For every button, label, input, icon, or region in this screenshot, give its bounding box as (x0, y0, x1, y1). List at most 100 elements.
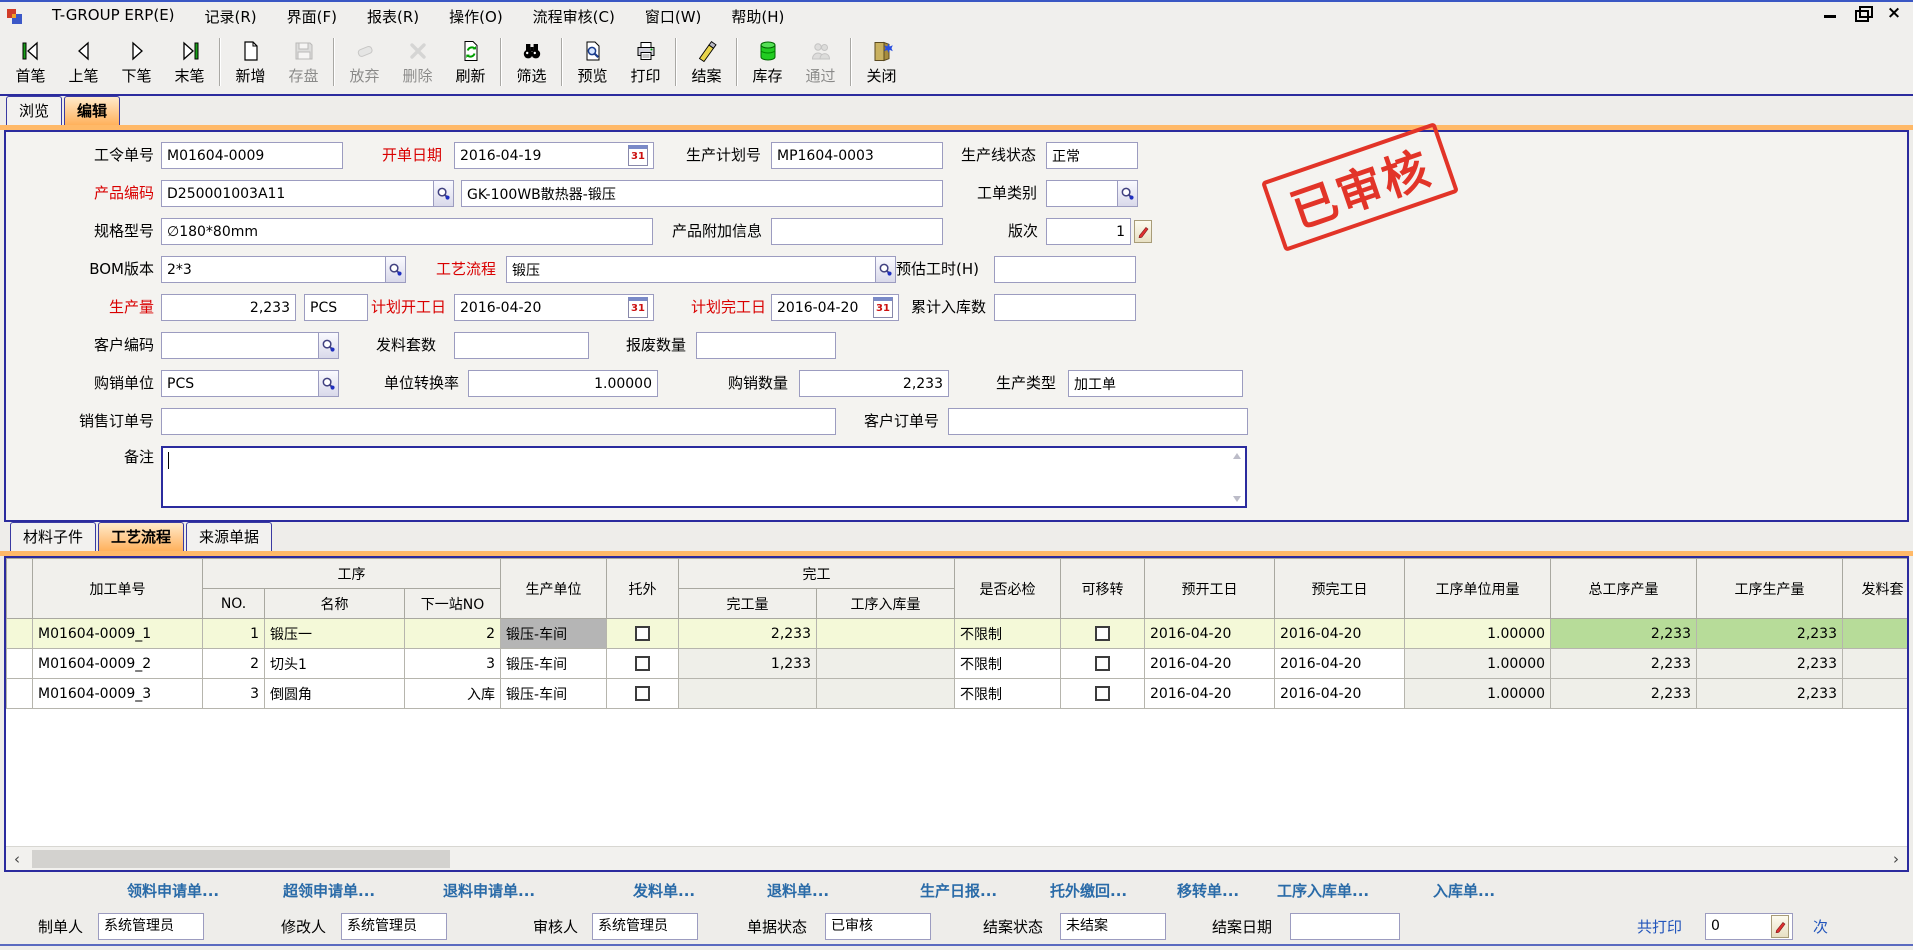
link-return-doc[interactable]: 退料单... (767, 880, 829, 901)
table-cell[interactable]: 锻压-车间 (501, 619, 607, 649)
scroll-down-icon[interactable] (1231, 494, 1243, 503)
table-cell[interactable]: 2,233 (1697, 649, 1843, 679)
cumulative-stock-in-field[interactable] (994, 294, 1136, 321)
table-cell[interactable]: 1.00000 (1405, 679, 1551, 709)
link-issue-doc[interactable]: 发料单... (633, 880, 695, 901)
checkbox[interactable] (1095, 626, 1110, 641)
close-icon[interactable]: × (1885, 5, 1903, 21)
table-cell[interactable]: 锻压一 (265, 619, 405, 649)
table-cell[interactable] (7, 649, 33, 679)
lookup-icon[interactable] (385, 257, 405, 282)
close-case-button[interactable]: 结案 (680, 32, 733, 92)
table-cell[interactable] (817, 619, 955, 649)
product-code-field[interactable]: D250001003A11 (161, 180, 454, 207)
first-record-button[interactable]: 首笔 (4, 32, 57, 92)
link-transfer-doc[interactable]: 移转单... (1177, 880, 1239, 901)
menu-workflow-audit[interactable]: 流程审核(C) (518, 3, 630, 30)
work-order-type-field[interactable] (1046, 180, 1138, 207)
link-stockin-doc[interactable]: 入库单... (1433, 880, 1495, 901)
table-cell[interactable]: 2,233 (1697, 679, 1843, 709)
work-order-no-field[interactable]: M01604-0009 (161, 142, 343, 169)
table-cell[interactable]: 1.00000 (1405, 649, 1551, 679)
link-over-issue-request[interactable]: 超领申请单... (283, 880, 375, 901)
product-name-field[interactable]: GK-100WB散热器-锻压 (461, 180, 943, 207)
order-date-field[interactable]: 2016-04-19 (454, 142, 654, 169)
prev-record-button[interactable]: 上笔 (57, 32, 110, 92)
menu-tgroup-erp[interactable]: T-GROUP ERP(E) (37, 3, 190, 30)
calendar-icon[interactable] (628, 297, 648, 318)
checkbox[interactable] (635, 656, 650, 671)
print-button[interactable]: 打印 (619, 32, 672, 92)
menu-reports[interactable]: 报表(R) (352, 3, 434, 30)
production-line-status-field[interactable]: 正常 (1046, 142, 1138, 169)
scrollbar-thumb[interactable] (32, 850, 450, 868)
bom-version-field[interactable]: 2*3 (161, 256, 406, 283)
table-cell[interactable] (1843, 679, 1907, 709)
table-cell[interactable] (817, 679, 955, 709)
table-cell[interactable]: 2,233 (1551, 679, 1697, 709)
planned-start-date-field[interactable]: 2016-04-20 (454, 294, 654, 321)
calendar-icon[interactable] (873, 297, 893, 318)
subtab-material-components[interactable]: 材料子件 (10, 522, 96, 551)
exit-button[interactable]: 关闭 (855, 32, 908, 92)
tab-edit[interactable]: 编辑 (64, 96, 120, 125)
lookup-icon[interactable] (318, 333, 338, 358)
planned-finish-date-field[interactable]: 2016-04-20 (771, 294, 899, 321)
customer-order-no-field[interactable] (948, 408, 1248, 435)
table-cell[interactable] (1061, 679, 1145, 709)
horizontal-scrollbar[interactable]: ‹ › (6, 846, 1907, 870)
table-cell[interactable]: 2016-04-20 (1145, 679, 1275, 709)
scroll-up-icon[interactable] (1231, 451, 1243, 460)
table-cell[interactable] (7, 619, 33, 649)
material-issue-sets-field[interactable] (454, 332, 589, 359)
scroll-left-icon[interactable]: ‹ (6, 850, 28, 868)
lookup-icon[interactable] (1117, 181, 1137, 206)
table-cell[interactable] (1843, 619, 1907, 649)
menu-records[interactable]: 记录(R) (190, 3, 272, 30)
table-cell[interactable]: 1,233 (679, 649, 817, 679)
checkbox[interactable] (635, 686, 650, 701)
calendar-icon[interactable] (628, 145, 648, 166)
checkbox[interactable] (1095, 656, 1110, 671)
checkbox[interactable] (1095, 686, 1110, 701)
link-process-stockin-doc[interactable]: 工序入库单... (1277, 880, 1369, 901)
table-cell[interactable]: 2,233 (1697, 619, 1843, 649)
table-cell[interactable]: 倒圆角 (265, 679, 405, 709)
menu-interface[interactable]: 界面(F) (272, 3, 352, 30)
table-cell[interactable]: 2,233 (1551, 619, 1697, 649)
table-cell[interactable]: M01604-0009_3 (33, 679, 203, 709)
table-cell[interactable]: 2016-04-20 (1145, 649, 1275, 679)
table-cell[interactable]: 锻压-车间 (501, 649, 607, 679)
process-flow-field[interactable]: 锻压 (506, 256, 896, 283)
scroll-right-icon[interactable]: › (1885, 850, 1907, 868)
filter-button[interactable]: 筛选 (505, 32, 558, 92)
subtab-process-flow[interactable]: 工艺流程 (98, 522, 184, 551)
production-qty-field[interactable]: 2,233 (161, 294, 296, 321)
menu-window[interactable]: 窗口(W) (630, 3, 717, 30)
table-cell[interactable] (7, 679, 33, 709)
table-cell[interactable]: 不限制 (955, 679, 1061, 709)
next-record-button[interactable]: 下笔 (110, 32, 163, 92)
table-cell[interactable]: 不限制 (955, 649, 1061, 679)
table-cell[interactable] (607, 649, 679, 679)
table-cell[interactable] (679, 679, 817, 709)
table-cell[interactable]: 2016-04-20 (1145, 619, 1275, 649)
scrollbar-track[interactable] (28, 849, 1885, 869)
table-cell[interactable]: 切头1 (265, 649, 405, 679)
table-cell[interactable]: 2016-04-20 (1275, 649, 1405, 679)
lookup-icon[interactable] (318, 371, 338, 396)
link-material-request[interactable]: 领料申请单... (127, 880, 219, 901)
table-cell[interactable]: 2,233 (679, 619, 817, 649)
sales-order-no-field[interactable] (161, 408, 836, 435)
preview-button[interactable]: 预览 (566, 32, 619, 92)
table-cell[interactable]: 3 (405, 649, 501, 679)
table-cell[interactable]: 2 (405, 619, 501, 649)
restore-icon[interactable] (1853, 5, 1871, 21)
table-cell[interactable]: 入库 (405, 679, 501, 709)
table-cell[interactable]: 2016-04-20 (1275, 619, 1405, 649)
table-cell[interactable]: M01604-0009_1 (33, 619, 203, 649)
lookup-icon[interactable] (433, 181, 453, 206)
customer-code-field[interactable] (161, 332, 339, 359)
table-cell[interactable]: 1.00000 (1405, 619, 1551, 649)
refresh-button[interactable]: 刷新 (444, 32, 497, 92)
